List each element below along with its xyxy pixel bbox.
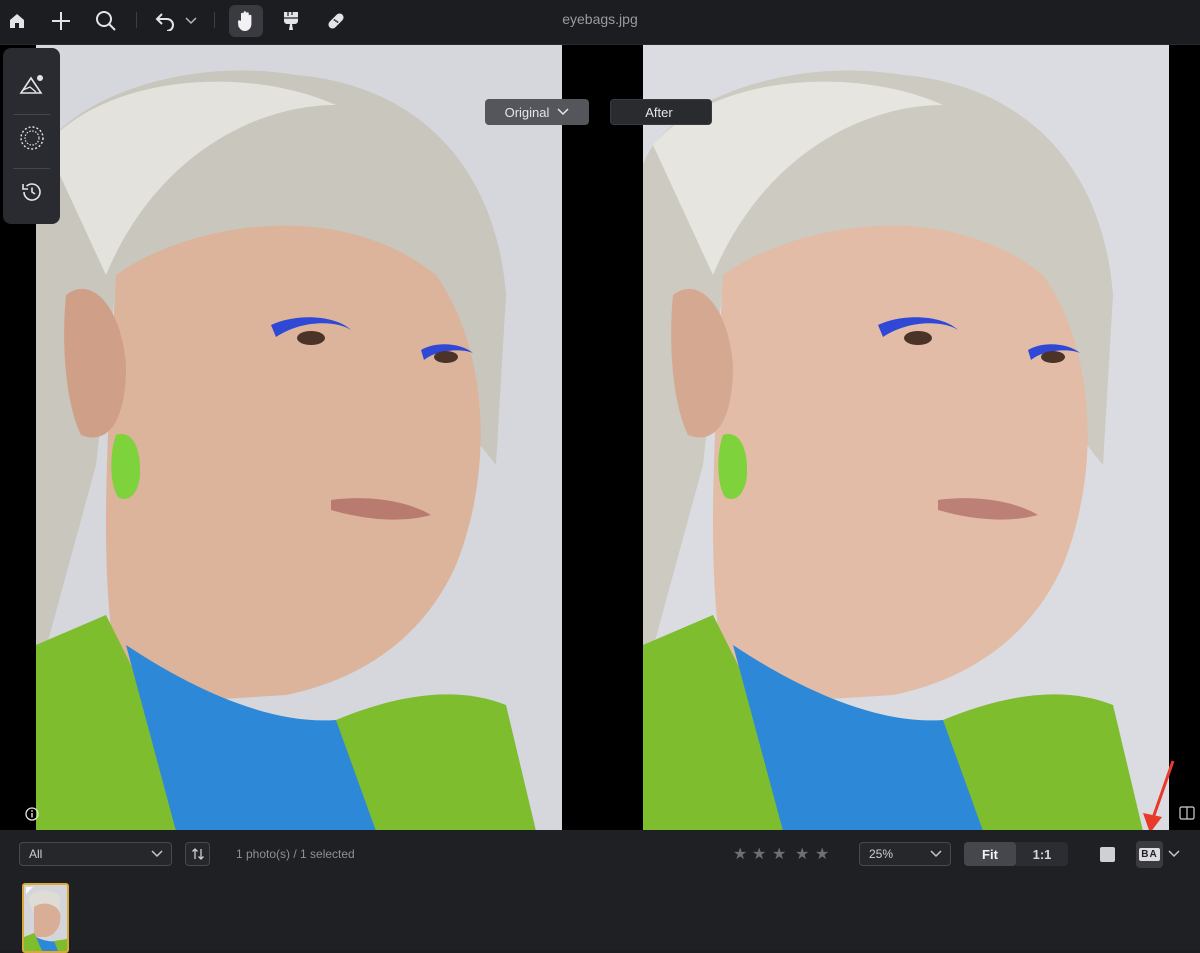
zoom-select[interactable]: 25% <box>859 842 951 866</box>
rating-star-1[interactable]: ★ <box>733 844 747 864</box>
chevron-down-icon <box>930 850 942 858</box>
chevron-down-icon <box>557 108 569 116</box>
window-title: eyebags.jpg <box>562 11 638 27</box>
filmstrip-bar: All 1 photo(s) / 1 selected ★ ★ ★ ★ ★ 25… <box>0 830 1200 953</box>
photo-count-status: 1 photo(s) / 1 selected <box>236 847 355 861</box>
left-tool-panel <box>3 48 60 224</box>
panel-toggle-icon[interactable] <box>1179 806 1195 820</box>
mask-tool-button[interactable] <box>15 121 49 155</box>
after-view-label: After <box>610 99 712 125</box>
filmstrip-thumbnail[interactable] <box>22 883 69 953</box>
rating-star-4[interactable]: ★ <box>795 844 809 864</box>
single-view-button[interactable] <box>1100 847 1115 862</box>
top-toolbar: eyebags.jpg <box>0 0 1200 44</box>
history-tool-button[interactable] <box>15 175 49 209</box>
history-icon <box>22 183 41 201</box>
info-icon[interactable] <box>25 807 39 821</box>
rating-star-2[interactable]: ★ <box>752 844 766 864</box>
mask-icon <box>20 126 44 150</box>
zoom-value: 25% <box>869 847 894 861</box>
original-label: Original <box>504 104 550 120</box>
tool-divider <box>13 168 50 169</box>
annotation-arrow-icon <box>1143 760 1175 833</box>
original-view-dropdown[interactable]: Original <box>485 99 589 125</box>
one-to-one-button[interactable]: 1:1 <box>1016 842 1068 866</box>
image-canvas[interactable]: Original After <box>0 44 1200 833</box>
tool-divider <box>13 114 50 115</box>
after-label: After <box>645 104 673 120</box>
filter-value: All <box>29 847 43 861</box>
rating-star-5[interactable]: ★ <box>815 844 829 864</box>
original-photo <box>36 45 562 831</box>
chevron-down-icon <box>151 850 163 858</box>
rating-star-3[interactable]: ★ <box>772 844 786 864</box>
before-after-view-button[interactable]: BA <box>1136 841 1163 868</box>
before-after-icon: BA <box>1139 848 1160 861</box>
fit-button[interactable]: Fit <box>964 842 1016 866</box>
sort-button[interactable] <box>185 842 210 866</box>
sort-icon <box>191 848 204 860</box>
after-photo <box>643 45 1169 831</box>
filter-select[interactable]: All <box>19 842 172 866</box>
zoom-mode-toggle: Fit 1:1 <box>964 842 1068 866</box>
adjust-tool-button[interactable] <box>15 68 49 102</box>
chevron-down-icon[interactable] <box>1168 850 1180 858</box>
adjust-icon <box>19 75 43 94</box>
